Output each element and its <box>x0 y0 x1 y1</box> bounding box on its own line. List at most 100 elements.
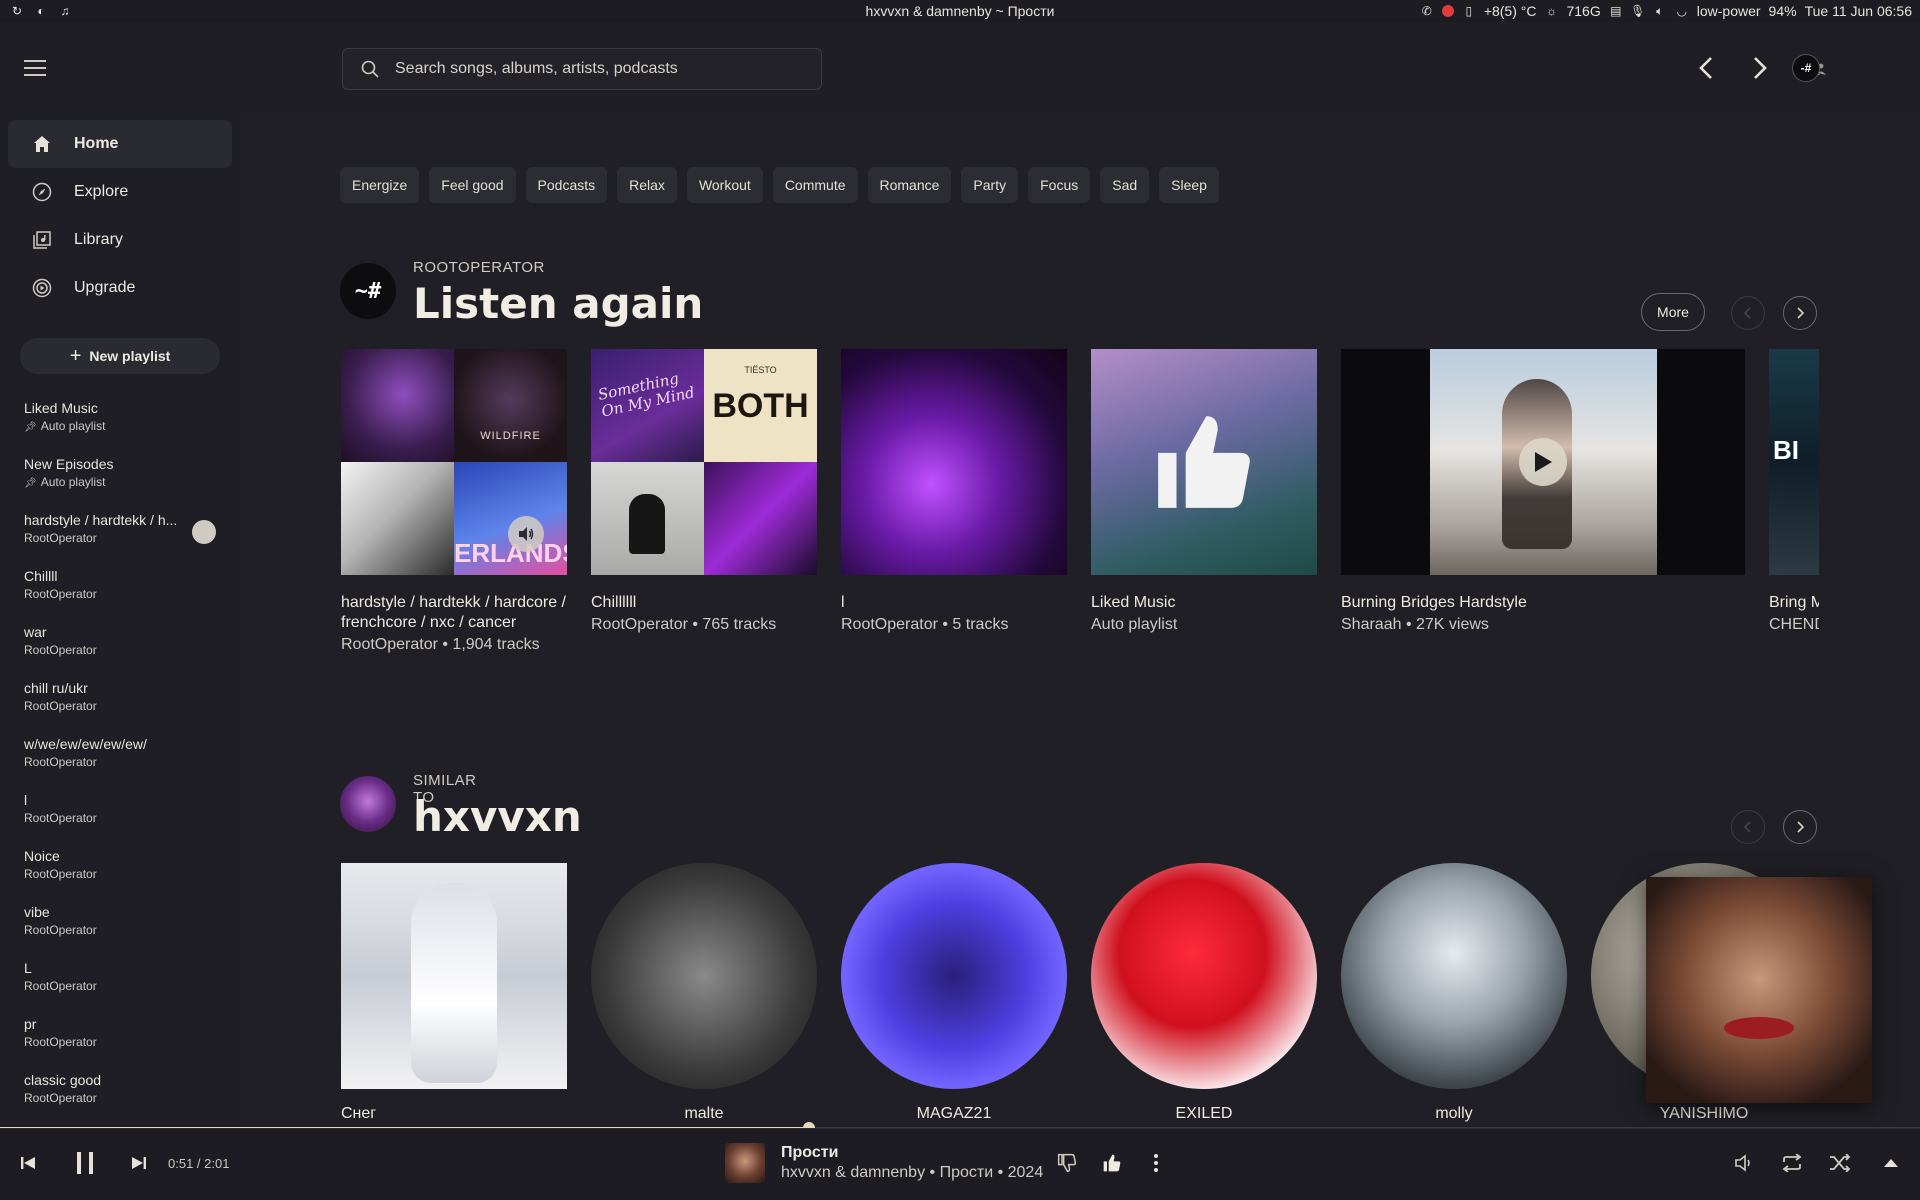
artist-card[interactable]: malte <box>591 863 817 1123</box>
forward-button[interactable] <box>1744 52 1776 84</box>
sidebar-playlist-item[interactable]: Noice RootOperator <box>24 848 224 881</box>
expand-player-button[interactable] <box>1880 1150 1902 1176</box>
back-button[interactable] <box>1690 52 1722 84</box>
artist-image[interactable] <box>341 863 567 1089</box>
artist-card[interactable]: EXILED <box>1091 863 1317 1123</box>
discord-icon[interactable]: ◐ <box>34 4 48 18</box>
more-button[interactable]: More <box>1641 293 1705 331</box>
playlist-artwork[interactable]: WILDFIRE ERLANDS <box>341 349 567 575</box>
sidebar-playlist-item[interactable]: war RootOperator <box>24 624 224 657</box>
menu-icon[interactable] <box>24 60 46 76</box>
sidebar-item-home[interactable]: Home <box>8 120 232 168</box>
search-input[interactable] <box>395 60 821 78</box>
pause-button[interactable] <box>70 1150 100 1176</box>
playlist-card[interactable]: l RootOperator • 5 tracks <box>841 349 1067 635</box>
wifi-icon[interactable]: ◡ <box>1675 4 1689 18</box>
dislike-button[interactable] <box>1054 1150 1080 1176</box>
mood-chip[interactable]: Workout <box>686 167 763 203</box>
sidebar-playlist-item[interactable]: chill ru/ukr RootOperator <box>24 680 224 713</box>
carousel-next-button[interactable] <box>1783 810 1817 844</box>
mood-chip[interactable]: Focus <box>1028 167 1091 203</box>
playlist-artwork[interactable] <box>841 349 1067 575</box>
sidebar-item-explore[interactable]: Explore <box>8 168 232 216</box>
mic-icon[interactable]: 🎙︎ <box>1630 4 1645 18</box>
mood-chip[interactable]: Feel good <box>429 167 516 203</box>
card-title[interactable]: Burning Bridges Hardstyle <box>1341 593 1567 613</box>
card-title[interactable]: Bring M <box>1769 593 1819 613</box>
sidebar-playlist-item[interactable]: classic good RootOperator <box>24 1072 224 1105</box>
play-icon[interactable] <box>1519 438 1567 486</box>
search-box[interactable] <box>342 48 822 90</box>
card-title[interactable]: Chillllll <box>591 593 817 613</box>
refresh-icon[interactable]: ↻ <box>10 4 24 18</box>
artist-card[interactable]: Снег <box>341 863 567 1123</box>
sidebar-item-library[interactable]: Library <box>8 216 232 264</box>
playlist-card[interactable]: BI Bring M CHEND <box>1769 349 1819 635</box>
artist-name[interactable]: molly <box>1341 1105 1567 1123</box>
artist-name[interactable]: Снег <box>341 1105 567 1123</box>
card-title[interactable]: l <box>841 593 1067 613</box>
next-button[interactable] <box>129 1150 149 1176</box>
mood-chip[interactable]: Commute <box>772 167 858 203</box>
artist-name[interactable]: EXILED <box>1091 1105 1317 1123</box>
sidebar-playlist-item[interactable]: New Episodes 📌︎ Auto playlist <box>24 456 224 489</box>
playlist-artwork[interactable]: Something On My Mind TIËSTO BOTH <box>591 349 817 575</box>
playlist-card[interactable]: Something On My Mind TIËSTO BOTH Chillll… <box>591 349 817 635</box>
now-playing-popup-art[interactable] <box>1646 877 1872 1103</box>
video-card[interactable]: Burning Bridges Hardstyle Sharaah • 27K … <box>1341 349 1745 635</box>
mood-chip[interactable]: Podcasts <box>525 167 608 203</box>
artist-name[interactable]: MAGAZ21 <box>841 1105 1067 1123</box>
shuffle-button[interactable] <box>1827 1150 1853 1176</box>
sidebar-item-upgrade[interactable]: Upgrade <box>8 264 232 312</box>
more-options-button[interactable] <box>1146 1150 1166 1176</box>
repeat-button[interactable] <box>1779 1150 1805 1176</box>
mood-chip[interactable]: Party <box>961 167 1019 203</box>
sidebar-playlist-item[interactable]: L RootOperator <box>24 960 224 993</box>
rootoperator-avatar[interactable]: ~# <box>340 263 396 319</box>
brightness-icon[interactable]: ☼ <box>1544 4 1558 18</box>
sidebar-playlist-item[interactable]: Chillll RootOperator <box>24 568 224 601</box>
hxvvxn-avatar[interactable] <box>340 776 396 832</box>
artist-image[interactable] <box>591 863 817 1089</box>
volume-icon[interactable]: 🔈︎ <box>1653 4 1667 18</box>
account-avatar[interactable]: -# <box>1792 54 1820 82</box>
artist-image[interactable] <box>1341 863 1567 1089</box>
artist-image[interactable] <box>841 863 1067 1089</box>
carousel-prev-button[interactable] <box>1731 810 1765 844</box>
card-title[interactable]: hardstyle / hardtekk / hardcore / french… <box>341 593 567 633</box>
sidebar-playlist-item[interactable]: w/we/ew/ew/ew/ew/RootOperator <box>24 736 224 769</box>
card-title[interactable]: Liked Music <box>1091 593 1317 613</box>
playlist-artwork[interactable]: BI <box>1769 349 1819 575</box>
phone-icon[interactable]: ✆ <box>1420 4 1434 18</box>
carousel-next-button[interactable] <box>1783 296 1817 330</box>
now-playing-volume-icon[interactable] <box>508 516 544 552</box>
playlist-card[interactable]: Liked Music Auto playlist <box>1091 349 1317 635</box>
carousel-prev-button[interactable] <box>1731 296 1765 330</box>
mood-chip[interactable]: Romance <box>867 167 952 203</box>
now-playing-subtitle[interactable]: hxvvxn & damnenby • Прости • 2024 <box>781 1164 1043 1182</box>
mood-chip[interactable]: Relax <box>617 167 677 203</box>
artist-card[interactable]: MAGAZ21 <box>841 863 1067 1123</box>
sidebar-playlist-item[interactable]: pr RootOperator <box>24 1016 224 1049</box>
sidebar-playlist-item[interactable]: vibe RootOperator <box>24 904 224 937</box>
playlist-card[interactable]: WILDFIRE ERLANDS hardstyle / hardtekk / … <box>341 349 567 655</box>
sidebar-playlist-item[interactable]: Liked Music 📌︎ Auto playlist <box>24 400 224 433</box>
power-mode[interactable]: low-power <box>1697 3 1761 19</box>
mood-chip[interactable]: Energize <box>340 167 420 203</box>
artist-card[interactable]: molly <box>1341 863 1567 1123</box>
video-thumbnail[interactable] <box>1341 349 1745 575</box>
artist-name[interactable]: malte <box>591 1105 817 1123</box>
now-playing-artwork[interactable] <box>725 1143 765 1183</box>
music-note-icon[interactable]: ♫ <box>58 4 72 18</box>
volume-button[interactable] <box>1732 1150 1756 1176</box>
playlist-artwork[interactable] <box>1091 349 1317 575</box>
mood-chip[interactable]: Sleep <box>1159 167 1219 203</box>
now-playing-indicator-icon[interactable] <box>192 520 216 544</box>
like-button[interactable] <box>1099 1150 1125 1176</box>
clock[interactable]: Tue 11 Jun 06:56 <box>1805 3 1912 19</box>
artist-name[interactable]: YANISHIMO <box>1591 1105 1817 1123</box>
record-icon[interactable] <box>1441 5 1454 17</box>
now-playing-title[interactable]: Прости <box>781 1144 838 1162</box>
new-playlist-button[interactable]: + New playlist <box>20 338 220 374</box>
mood-chip[interactable]: Sad <box>1100 167 1150 203</box>
